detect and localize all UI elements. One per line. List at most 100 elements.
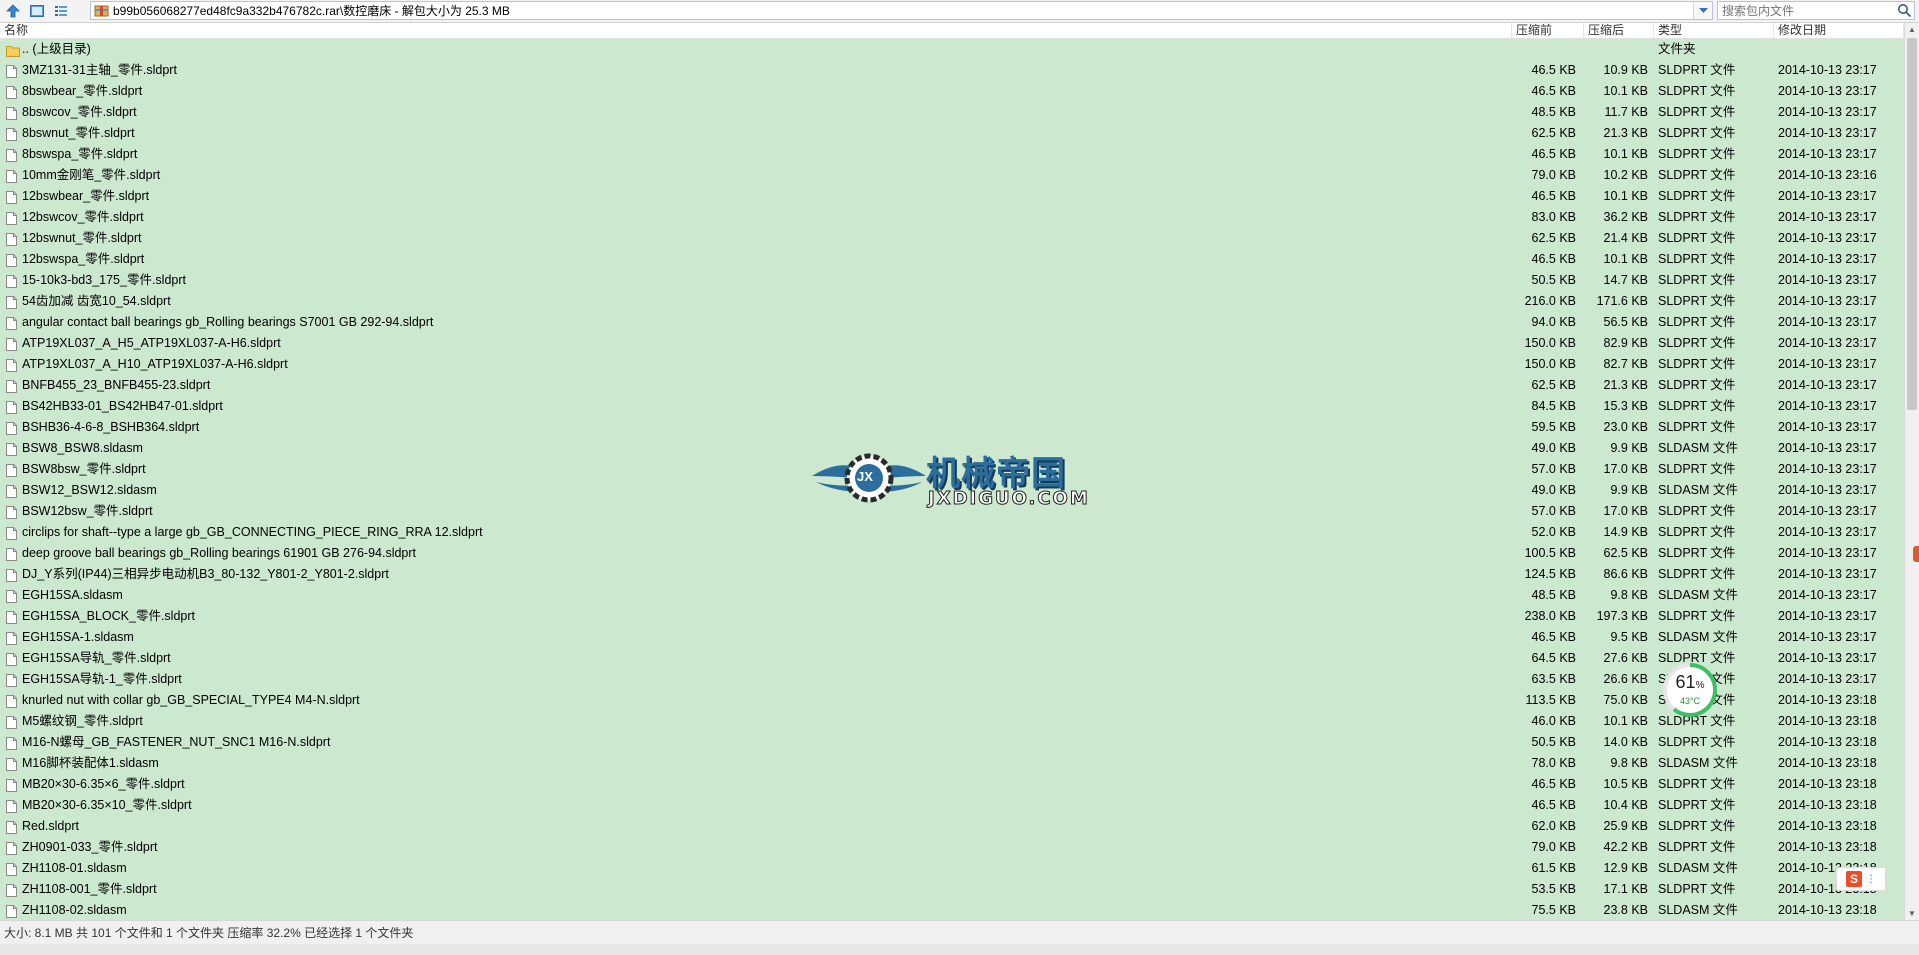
file-name: MB20×30-6.35×10_零件.sldprt [22, 798, 192, 812]
list-item[interactable]: circlips for shaft--type a large gb_GB_C… [0, 522, 1904, 543]
list-item[interactable]: 10mm金刚笔_零件.sldprt 79.0 KB 10.2 KB SLDPRT 文件… [0, 165, 1904, 186]
file-name: ZH1108-001_零件.sldprt [22, 882, 157, 896]
list-item[interactable]: 8bswbear_零件.sldprt 46.5 KB 10.1 KB SLDPRT 文… [0, 81, 1904, 102]
modified-date: 2014-10-13 23:17 [1778, 651, 1877, 665]
list-item[interactable]: 8bswcov_零件.sldprt 48.5 KB 11.7 KB SLDPRT 文件… [0, 102, 1904, 123]
list-item[interactable]: EGH15SA_BLOCK_零件.sldprt 238.0 KB 197.3 KB S… [0, 606, 1904, 627]
file-type: SLDPRT 文件 [1658, 735, 1736, 749]
list-item[interactable]: 15-10k3-bd3_175_零件.sldprt 50.5 KB 14.7 KB S… [0, 270, 1904, 291]
modified-date: 2014-10-13 23:16 [1778, 168, 1877, 182]
file-name: ZH0901-033_零件.sldprt [22, 840, 158, 854]
search-icon[interactable] [1897, 3, 1912, 18]
file-icon [6, 904, 17, 920]
file-name: .. (上级目录) [22, 42, 91, 56]
list-item[interactable]: MB20×30-6.35×6_零件.sldprt 46.5 KB 10.5 KB SL… [0, 774, 1904, 795]
modified-date: 2014-10-13 23:18 [1778, 756, 1877, 770]
file-type: SLDPRT 文件 [1658, 504, 1736, 518]
list-item[interactable]: ZH1108-02.sldasm 75.5 KB 23.8 KB SLDASM 文件 2… [0, 900, 1904, 920]
uncompressed-size: 17.0 KB [1603, 462, 1648, 476]
list-item[interactable]: ZH0901-033_零件.sldprt 79.0 KB 42.2 KB SLDPRT… [0, 837, 1904, 858]
list-item[interactable]: 12bswbear_零件.sldprt 46.5 KB 10.1 KB SLDPRT … [0, 186, 1904, 207]
compressed-size: 46.5 KB [1531, 84, 1576, 98]
modified-date: 2014-10-13 23:17 [1778, 630, 1877, 644]
search-input[interactable] [1722, 3, 1892, 18]
file-type: SLDPRT 文件 [1658, 315, 1736, 329]
uncompressed-size: 14.7 KB [1603, 273, 1648, 287]
list-item[interactable]: DJ_Y系列(IP44)三相异步电动机B3_80-132_Y801-2_Y801… [0, 564, 1904, 585]
side-handle[interactable] [1913, 546, 1919, 562]
status-text: 大小: 8.1 MB 共 101 个文件和 1 个文件夹 压缩率 32.2% 已… [4, 926, 414, 940]
file-name: BSW8bsw_零件.sldprt [22, 462, 146, 476]
list-item[interactable]: angular contact ball bearings gb_Rolling… [0, 312, 1904, 333]
compressed-size: 79.0 KB [1531, 168, 1576, 182]
uncompressed-size: 14.0 KB [1603, 735, 1648, 749]
view-large-icons-button[interactable] [26, 1, 48, 21]
list-item[interactable]: EGH15SA.sldasm 48.5 KB 9.8 KB SLDASM 文件 2014… [0, 585, 1904, 606]
ime-menu-icon[interactable]: ⋮ [1866, 874, 1876, 885]
list-item[interactable]: ATP19XL037_A_H5_ATP19XL037-A-H6.sldprt 15… [0, 333, 1904, 354]
column-modified[interactable]: 修改日期 [1774, 23, 1904, 38]
compressed-size: 61.5 KB [1531, 861, 1576, 875]
file-type: SLDASM 文件 [1658, 630, 1738, 644]
list-item[interactable]: EGH15SA导轨_零件.sldprt 64.5 KB 27.6 KB SLDPRT … [0, 648, 1904, 669]
column-type[interactable]: 类型 [1654, 23, 1774, 38]
list-item[interactable]: 12bswcov_零件.sldprt 83.0 KB 36.2 KB SLDPRT 文… [0, 207, 1904, 228]
file-name: EGH15SA.sldasm [22, 588, 123, 602]
list-item[interactable]: 8bswnut_零件.sldprt 62.5 KB 21.3 KB SLDPRT 文件… [0, 123, 1904, 144]
list-item[interactable]: ZH1108-01.sldasm 61.5 KB 12.9 KB SLDASM 文件 2… [0, 858, 1904, 879]
file-type: SLDPRT 文件 [1658, 168, 1736, 182]
file-type: SLDPRT 文件 [1658, 777, 1736, 791]
compressed-size: 53.5 KB [1531, 882, 1576, 896]
list-item[interactable]: BS42HB33-01_BS42HB47-01.sldprt 84.5 KB 15.… [0, 396, 1904, 417]
modified-date: 2014-10-13 23:17 [1778, 105, 1877, 119]
list-item[interactable]: 12bswspa_零件.sldprt 46.5 KB 10.1 KB SLDPRT 文… [0, 249, 1904, 270]
toolbar: b99b056068277ed48fc9a332b476782c.rar\数控磨… [0, 0, 1919, 23]
list-item[interactable]: EGH15SA导轨-1_零件.sldprt63.5 KB26.6 KBSLDPR… [0, 669, 1904, 690]
scroll-up-icon[interactable]: ▲ [1908, 25, 1916, 34]
address-bar[interactable]: b99b056068277ed48fc9a332b476782c.rar\数控磨… [90, 1, 1713, 20]
vertical-scrollbar[interactable]: ▲ ▼ [1904, 23, 1919, 920]
compressed-size: 150.0 KB [1524, 357, 1576, 371]
list-item[interactable]: 8bswspa_零件.sldprt 46.5 KB 10.1 KB SLDPRT 文件… [0, 144, 1904, 165]
list-item[interactable]: 12bswnut_零件.sldprt 62.5 KB 21.4 KB SLDPRT 文… [0, 228, 1904, 249]
up-folder-button[interactable] [2, 1, 24, 21]
file-name: 8bswnut_零件.sldprt [22, 126, 135, 140]
list-item[interactable]: .. (上级目录) 文件夹 [0, 39, 1904, 60]
list-item[interactable]: M5螺纹钢_零件.sldprt 46.0 KB 10.1 KB SLDPRT 文件 20… [0, 711, 1904, 732]
scrollbar-thumb[interactable] [1907, 38, 1917, 410]
compressed-size: 62.5 KB [1531, 231, 1576, 245]
uncompressed-size: 10.2 KB [1603, 168, 1648, 182]
file-name: M16脚杯装配体1.sldasm [22, 756, 159, 770]
list-item[interactable]: deep groove ball bearings gb_Rolling bea… [0, 543, 1904, 564]
file-type: SLDASM 文件 [1658, 441, 1738, 455]
file-type: 文件夹 [1658, 42, 1696, 56]
uncompressed-size: 15.3 KB [1603, 399, 1648, 413]
modified-date: 2014-10-13 23:17 [1778, 189, 1877, 203]
compressed-size: 48.5 KB [1531, 105, 1576, 119]
compressed-size: 46.5 KB [1531, 63, 1576, 77]
large-icons-icon [30, 5, 44, 17]
view-details-button[interactable] [50, 1, 72, 21]
list-item[interactable]: 3MZ131-31主轴_零件.sldprt 46.5 KB 10.9 KB SLDPR… [0, 60, 1904, 81]
uncompressed-size: 21.4 KB [1603, 231, 1648, 245]
list-item[interactable]: EGH15SA-1.sldasm 46.5 KB 9.5 KB SLDASM 文件 20… [0, 627, 1904, 648]
taskbar-strip [0, 944, 1919, 955]
list-item[interactable]: M16脚杯装配体1.sldasm 78.0 KB 9.8 KB SLDASM 文件 20… [0, 753, 1904, 774]
list-item[interactable]: ATP19XL037_A_H10_ATP19XL037-A-H6.sldprt 1… [0, 354, 1904, 375]
scroll-down-icon[interactable]: ▼ [1908, 909, 1916, 918]
list-item[interactable]: MB20×30-6.35×10_零件.sldprt 46.5 KB 10.4 KB S… [0, 795, 1904, 816]
list-item[interactable]: knurled nut with collar gb_GB_SPECIAL_TY… [0, 690, 1904, 711]
column-uncompressed[interactable]: 压缩后 [1584, 23, 1654, 38]
list-item[interactable]: 54齿加减 齿宽10_54.sldprt 216.0 KB 171.6 KB SLDP… [0, 291, 1904, 312]
address-dropdown-button[interactable] [1693, 2, 1712, 19]
list-item[interactable]: BSHB36-4-6-8_BSHB364.sldprt 59.5 KB 23.0 K… [0, 417, 1904, 438]
list-item[interactable]: BNFB455_23_BNFB455-23.sldprt 62.5 KB 21.3 … [0, 375, 1904, 396]
file-type: SLDPRT 文件 [1658, 378, 1736, 392]
list-item[interactable]: M16-N螺母_GB_FASTENER_NUT_SNC1 M16-N.sldpr… [0, 732, 1904, 753]
list-item[interactable]: ZH1108-001_零件.sldprt 53.5 KB 17.1 KB SLDPRT… [0, 879, 1904, 900]
column-compressed[interactable]: 压缩前 [1512, 23, 1584, 38]
performance-widget[interactable]: 61% 43°C [1662, 662, 1718, 718]
column-name[interactable]: 名称 [0, 23, 1512, 38]
list-item[interactable]: Red.sldprt 62.0 KB 25.9 KB SLDPRT 文件 2014-10… [0, 816, 1904, 837]
ime-indicator[interactable]: S ⋮ [1836, 867, 1886, 891]
